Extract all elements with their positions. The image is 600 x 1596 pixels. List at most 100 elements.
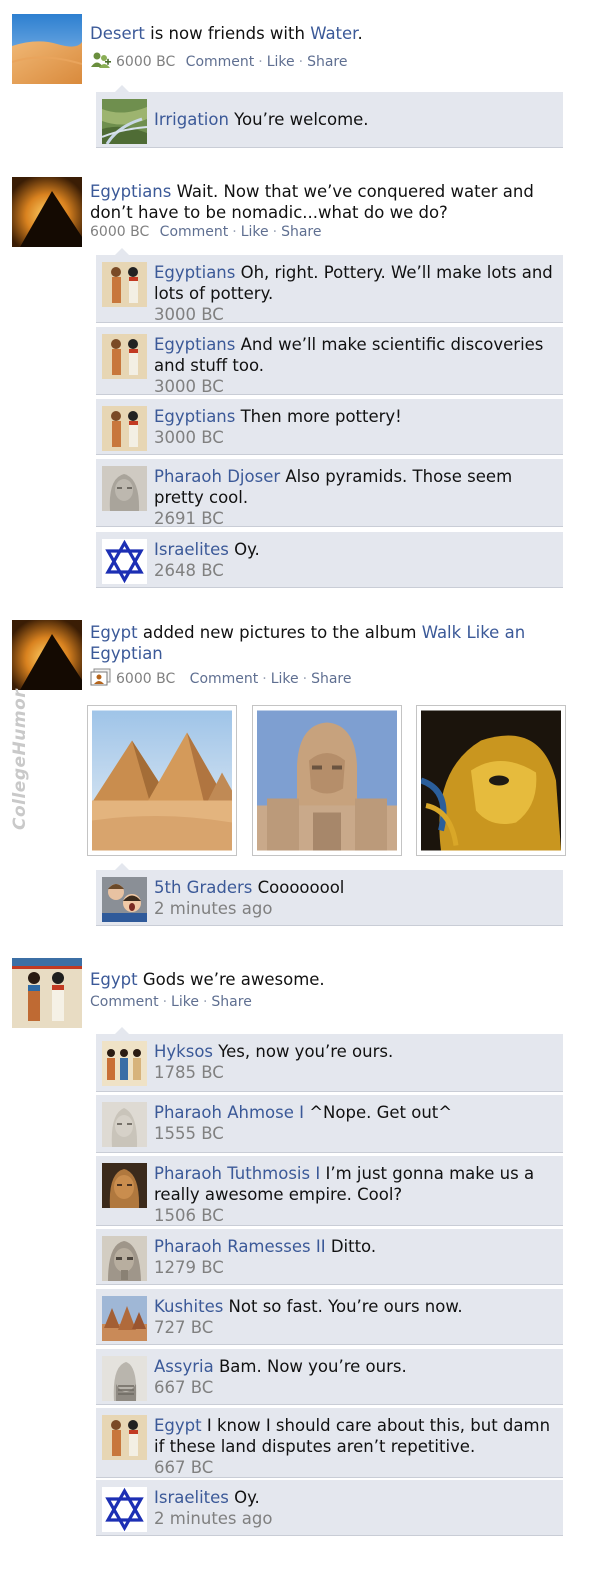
egypt-avatar[interactable] — [12, 620, 82, 690]
kushites-avatar[interactable] — [102, 1296, 147, 1341]
comment-timestamp: 3000 BC — [154, 377, 224, 396]
comment-timestamp: 1506 BC — [154, 1206, 224, 1225]
share-link[interactable]: Share — [307, 54, 347, 70]
comment-timestamp: 2691 BC — [154, 509, 224, 528]
timestamp: 6000 BC — [90, 224, 150, 240]
comment-text: Then more pottery! — [235, 407, 402, 426]
commenter-link[interactable]: Hyksos — [154, 1042, 213, 1061]
friend-request-icon — [90, 51, 112, 73]
like-link[interactable]: Like — [267, 54, 295, 70]
comment-link[interactable]: Comment — [180, 54, 255, 70]
post-2-meta: 6000 BC Comment · Like · Share — [90, 224, 322, 240]
egyptians-avatar[interactable] — [102, 406, 147, 451]
sphinx-photo[interactable] — [252, 705, 402, 856]
egyptians-avatar[interactable] — [12, 177, 82, 247]
comment-item: Pharaoh Djoser Also pyramids. Those seem… — [96, 459, 563, 528]
like-link[interactable]: Like — [171, 994, 199, 1010]
commenter-link[interactable]: Egyptians — [154, 263, 235, 282]
comment-item: Israelites Oy. 2648 BC — [96, 532, 563, 588]
comment-text: Yes, now you’re ours. — [213, 1042, 394, 1061]
comment-pointer — [115, 248, 129, 255]
comment-timestamp: 2 minutes ago — [154, 1509, 273, 1528]
comment-item: Irrigation You’re welcome. — [96, 92, 563, 148]
timestamp: 6000 BC — [116, 671, 176, 687]
post-actor-link[interactable]: Egypt — [90, 623, 138, 642]
comment-item: Pharaoh Ramesses II Ditto. 1279 BC — [96, 1229, 563, 1285]
comment-text: You’re welcome. — [228, 110, 369, 129]
commenter-link[interactable]: 5th Graders — [154, 878, 252, 897]
photo-album-icon — [90, 668, 112, 690]
egyptians-avatar[interactable] — [102, 334, 147, 379]
comment-item: Egyptians Then more pottery! 3000 BC — [96, 399, 563, 455]
israelites-avatar[interactable] — [102, 539, 147, 584]
comment-text: Coooooool — [252, 878, 345, 897]
post-actor-link[interactable]: Egyptians — [90, 182, 171, 201]
comment-link[interactable]: Comment — [90, 994, 159, 1010]
comment-text: Ditto. — [325, 1237, 377, 1256]
commenter-link[interactable]: Egyptians — [154, 407, 235, 426]
comment-timestamp: 667 BC — [154, 1378, 214, 1397]
comment-item: Hyksos Yes, now you’re ours. 1785 BC — [96, 1034, 563, 1092]
comment-item: Kushites Not so fast. You’re ours now. 7… — [96, 1289, 563, 1345]
comment-item: Assyria Bam. Now you’re ours. 667 BC — [96, 1349, 563, 1405]
pharaoh-tuthmosis-avatar[interactable] — [102, 1163, 147, 1208]
comment-text: ^Nope. Get out^ — [303, 1103, 453, 1122]
egypt-avatar[interactable] — [12, 958, 82, 1028]
commenter-link[interactable]: Assyria — [154, 1357, 214, 1376]
comment-item: Pharaoh Ahmose I ^Nope. Get out^ 1555 BC — [96, 1095, 563, 1153]
post-4-body: Egypt Gods we’re awesome. — [90, 970, 325, 989]
irrigation-avatar[interactable] — [102, 99, 147, 144]
pyramids-photo[interactable] — [87, 705, 237, 856]
5th-graders-avatar[interactable] — [102, 877, 147, 922]
commenter-link[interactable]: Pharaoh Tuthmosis I — [154, 1164, 320, 1183]
pharaoh-ramesses-avatar[interactable] — [102, 1236, 147, 1281]
israelites-avatar[interactable] — [102, 1487, 147, 1532]
post-2-body: Egyptians Wait. Now that we’ve conquered… — [90, 182, 534, 222]
share-link[interactable]: Share — [311, 671, 351, 687]
egypt-avatar[interactable] — [102, 1415, 147, 1460]
comment-timestamp: 1555 BC — [154, 1124, 224, 1143]
comment-text: Not so fast. You’re ours now. — [223, 1297, 463, 1316]
comment-timestamp: 3000 BC — [154, 305, 224, 324]
commenter-link[interactable]: Pharaoh Djoser — [154, 467, 280, 486]
comment-link[interactable]: Comment — [180, 671, 259, 687]
comment-item: Israelites Oy. 2 minutes ago — [96, 1480, 563, 1536]
comment-pointer — [115, 85, 129, 92]
like-link[interactable]: Like — [271, 671, 299, 687]
egyptians-avatar[interactable] — [102, 262, 147, 307]
post-3-meta: 6000 BC Comment · Like · Share — [90, 668, 352, 690]
share-link[interactable]: Share — [281, 224, 321, 240]
assyria-avatar[interactable] — [102, 1356, 147, 1401]
golden-mask-photo[interactable] — [416, 705, 566, 856]
comment-pointer — [115, 863, 129, 870]
desert-avatar[interactable] — [12, 14, 82, 84]
comment-text: Oy. — [228, 1488, 260, 1507]
post-actor-link[interactable]: Desert — [90, 24, 145, 43]
commenter-link[interactable]: Egypt — [154, 1416, 202, 1435]
comment-link[interactable]: Comment — [154, 224, 229, 240]
commenter-link[interactable]: Israelites — [154, 1488, 229, 1507]
commenter-link[interactable]: Pharaoh Ahmose I — [154, 1103, 304, 1122]
commenter-link[interactable]: Kushites — [154, 1297, 223, 1316]
commenter-link[interactable]: Egyptians — [154, 335, 235, 354]
share-link[interactable]: Share — [211, 994, 251, 1010]
friend-link[interactable]: Water — [310, 24, 357, 43]
comment-timestamp: 3000 BC — [154, 428, 224, 447]
comment-timestamp: 2648 BC — [154, 561, 224, 580]
like-link[interactable]: Like — [241, 224, 269, 240]
comment-timestamp: 1785 BC — [154, 1063, 224, 1082]
pharaoh-ahmose-avatar[interactable] — [102, 1102, 147, 1147]
commenter-link[interactable]: Israelites — [154, 540, 229, 559]
hyksos-avatar[interactable] — [102, 1041, 147, 1086]
comment-item: Egyptians And we’ll make scientific disc… — [96, 327, 563, 396]
commenter-link[interactable]: Pharaoh Ramesses II — [154, 1237, 326, 1256]
pharaoh-djoser-avatar[interactable] — [102, 466, 147, 511]
post-3-body: Egypt added new pictures to the album Wa… — [90, 623, 526, 663]
comment-text: Oy. — [228, 540, 260, 559]
timestamp: 6000 BC — [116, 54, 176, 70]
commenter-link[interactable]: Irrigation — [154, 110, 229, 129]
post-actor-link[interactable]: Egypt — [90, 970, 138, 989]
comment-item: Egypt I know I should care about this, b… — [96, 1408, 563, 1478]
comment-item: 5th Graders Coooooool 2 minutes ago — [96, 870, 563, 926]
comment-item: Egyptians Oh, right. Pottery. We’ll make… — [96, 255, 563, 324]
